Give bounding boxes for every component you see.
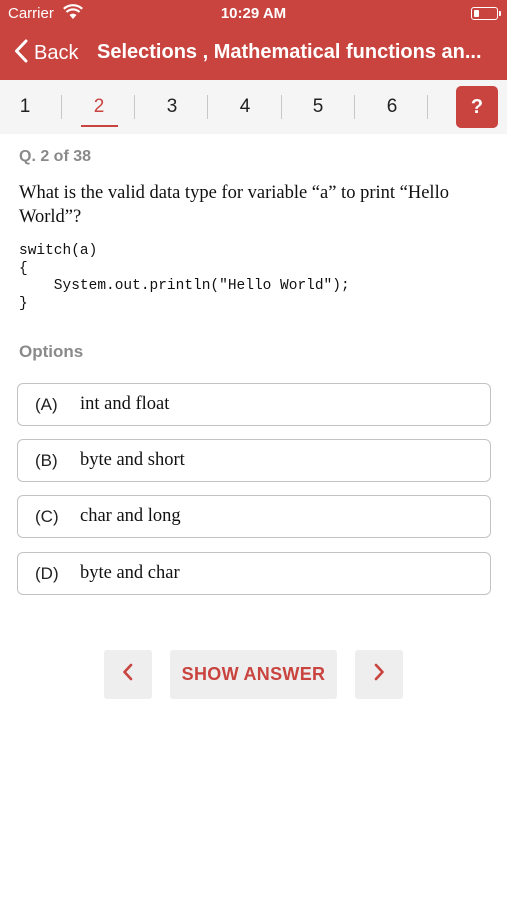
chevron-right-icon: [373, 663, 385, 686]
chevron-left-icon: [122, 663, 134, 686]
option-c[interactable]: (C) char and long: [17, 495, 491, 538]
tab-divider: [281, 95, 282, 119]
tab-divider: [207, 95, 208, 119]
tab-divider: [61, 95, 62, 119]
code-snippet: switch(a) { System.out.println("Hello Wo…: [19, 243, 350, 312]
status-bar: Carrier 10:29 AM: [0, 0, 507, 28]
help-button[interactable]: ?: [456, 86, 498, 128]
tab-question-1[interactable]: 1: [0, 80, 55, 134]
battery-icon: [471, 7, 501, 20]
back-label: Back: [34, 41, 79, 64]
tab-divider: [134, 95, 135, 119]
page-title: Selections , Mathematical functions an..…: [97, 41, 482, 63]
show-answer-button[interactable]: SHOW ANSWER: [170, 650, 337, 699]
option-letter: (D): [35, 563, 59, 583]
show-answer-label: SHOW ANSWER: [181, 664, 326, 684]
tab-divider: [354, 95, 355, 119]
chevron-left-icon: [14, 39, 28, 68]
question-tab-bar: 1 2 3 4 5 6: [0, 80, 507, 134]
back-button[interactable]: Back: [14, 38, 78, 68]
navigation-bar: Back Selections , Mathematical functions…: [0, 28, 507, 80]
question-counter: Q. 2 of 38: [19, 148, 92, 165]
clock-time: 10:29 AM: [220, 5, 287, 22]
option-b[interactable]: (B) byte and short: [17, 439, 491, 482]
active-tab-indicator: [81, 125, 118, 127]
option-text: char and long: [80, 506, 181, 526]
option-letter: (C): [35, 506, 59, 526]
options-heading: Options: [19, 342, 84, 361]
option-text: byte and short: [80, 450, 185, 470]
question-text: What is the valid data type for variable…: [19, 183, 449, 227]
option-a[interactable]: (A) int and float: [17, 383, 491, 426]
tab-divider: [427, 95, 428, 119]
previous-question-button[interactable]: [104, 650, 152, 699]
option-text: byte and char: [80, 563, 180, 583]
option-letter: (A): [35, 394, 58, 414]
tab-question-4[interactable]: 4: [215, 80, 275, 134]
tab-question-6[interactable]: 6: [362, 80, 422, 134]
next-question-button[interactable]: [355, 650, 403, 699]
option-text: int and float: [80, 394, 170, 414]
option-letter: (B): [35, 450, 58, 470]
tab-question-5[interactable]: 5: [288, 80, 348, 134]
option-d[interactable]: (D) byte and char: [17, 552, 491, 595]
app-header: Carrier 10:29 AM Back Selections , Mathe…: [0, 0, 507, 80]
tab-question-3[interactable]: 3: [142, 80, 202, 134]
